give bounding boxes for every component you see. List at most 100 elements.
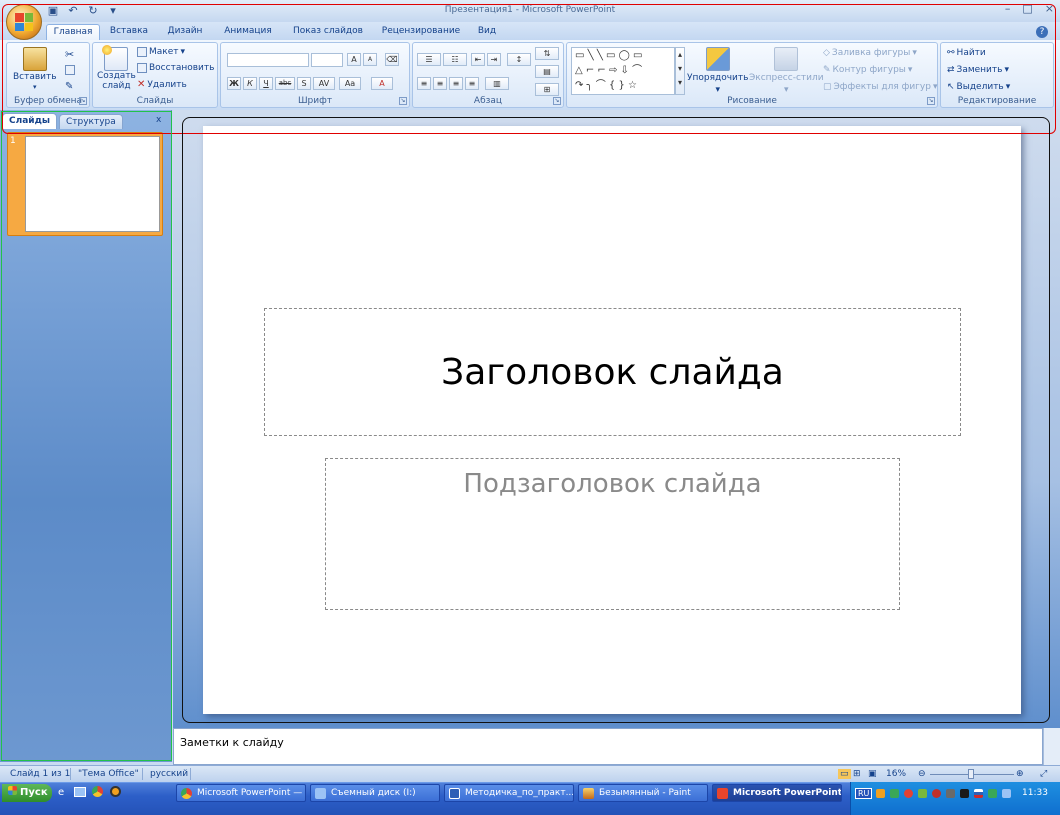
- shape-effects-button[interactable]: ▢ Эффекты для фигур ▾: [823, 82, 937, 92]
- tray-icon[interactable]: [918, 789, 927, 798]
- chrome-icon[interactable]: [92, 786, 103, 797]
- reset-button[interactable]: Восстановить: [137, 63, 214, 73]
- flag-icon[interactable]: [974, 789, 983, 798]
- increase-indent-icon[interactable]: ⇥: [487, 53, 501, 66]
- text-direction-icon[interactable]: ⇅: [535, 47, 559, 60]
- antivirus-icon[interactable]: [932, 789, 941, 798]
- spacing-button[interactable]: AV: [313, 77, 335, 90]
- underline-button[interactable]: Ч: [259, 77, 273, 90]
- tab-home[interactable]: Главная: [46, 24, 100, 40]
- maximize-button[interactable]: □: [1022, 2, 1032, 15]
- find-button[interactable]: ⚯ Найти: [947, 48, 986, 58]
- layout-button[interactable]: Макет ▾: [137, 47, 185, 57]
- smartart-icon[interactable]: ⊞: [535, 83, 559, 96]
- slide-canvas[interactable]: Заголовок слайда Подзаголовок слайда: [203, 126, 1021, 714]
- zoom-slider-thumb[interactable]: [968, 769, 974, 779]
- vertical-scrollbar[interactable]: [1043, 728, 1060, 765]
- shape-outline-button[interactable]: ✎ Контур фигуры ▾: [823, 65, 912, 75]
- tab-review[interactable]: Рецензирование: [376, 24, 466, 40]
- shapes-gallery-more-icon[interactable]: ▴ ▾ ▾: [675, 47, 685, 95]
- slide-subtitle-placeholder[interactable]: Подзаголовок слайда: [325, 458, 900, 610]
- format-painter-icon[interactable]: ✎: [65, 81, 73, 92]
- bold-button[interactable]: Ж: [227, 77, 241, 90]
- language-indicator[interactable]: RU: [855, 788, 873, 799]
- shadow-button[interactable]: S: [297, 77, 311, 90]
- italic-button[interactable]: К: [243, 77, 257, 90]
- clipboard-launcher-icon[interactable]: ↘: [79, 97, 87, 105]
- shape-fill-button[interactable]: ◇ Заливка фигуры ▾: [823, 48, 917, 58]
- tray-icon[interactable]: [960, 789, 969, 798]
- strikethrough-button[interactable]: abc: [275, 77, 295, 90]
- taskbar-button-word-doc[interactable]: Методичка_по_практ...: [444, 784, 574, 802]
- grow-font-button[interactable]: A: [347, 53, 361, 66]
- notes-pane[interactable]: Заметки к слайду: [173, 728, 1043, 765]
- cut-icon[interactable]: ✂: [65, 48, 74, 61]
- columns-icon[interactable]: ▥: [485, 77, 509, 90]
- drawing-launcher-icon[interactable]: ↘: [927, 97, 935, 105]
- tab-animation[interactable]: Анимация: [218, 24, 278, 40]
- slide-thumbnail[interactable]: [25, 136, 160, 232]
- minimize-button[interactable]: –: [1005, 2, 1011, 15]
- show-desktop-icon[interactable]: [74, 787, 86, 797]
- font-launcher-icon[interactable]: ↘: [399, 97, 407, 105]
- select-button[interactable]: ↖ Выделить ▾: [947, 82, 1010, 92]
- copy-icon[interactable]: [65, 65, 75, 75]
- tab-view[interactable]: Вид: [472, 24, 502, 40]
- slide-title-placeholder[interactable]: Заголовок слайда: [264, 308, 961, 436]
- justify-icon[interactable]: ≡: [465, 77, 479, 90]
- clear-format-icon[interactable]: ⌫: [385, 53, 399, 66]
- tray-icon[interactable]: [904, 789, 913, 798]
- delete-slide-button[interactable]: ✕ Удалить: [137, 79, 187, 90]
- align-left-icon[interactable]: ≡: [417, 77, 431, 90]
- language[interactable]: русский: [150, 769, 188, 779]
- tab-design[interactable]: Дизайн: [160, 24, 210, 40]
- fit-to-window-icon[interactable]: ⤢: [1040, 769, 1047, 779]
- font-color-button[interactable]: A: [371, 77, 393, 90]
- tab-insert[interactable]: Вставка: [106, 24, 152, 40]
- taskbar-button-removable-disk[interactable]: Съемный диск (I:): [310, 784, 440, 802]
- clipboard-label: Буфер обмена: [13, 96, 83, 106]
- zoom-in-icon[interactable]: ⊕: [1016, 769, 1024, 779]
- network-icon[interactable]: [1002, 789, 1011, 798]
- ie-icon[interactable]: e: [58, 787, 64, 798]
- tab-outline[interactable]: Структура: [58, 114, 123, 129]
- slideshow-icon[interactable]: ▣: [868, 769, 877, 779]
- new-slide-button[interactable]: Создать слайд: [97, 45, 136, 91]
- office-button[interactable]: [6, 4, 42, 40]
- font-size-combo[interactable]: [311, 53, 343, 67]
- shapes-gallery[interactable]: ▭ ╲ ╲ ▭ ◯ ▭ △ ⌐ ⌐ ⇨ ⇩ ⌒ ↷ ╮ ⌒ { } ☆: [571, 47, 675, 95]
- slide-sorter-icon[interactable]: ⊞: [853, 769, 861, 779]
- tray-icon[interactable]: [890, 789, 899, 798]
- taskbar-button-powerpoint-1[interactable]: Microsoft PowerPoint — ...: [176, 784, 306, 802]
- font-name-combo[interactable]: [227, 53, 309, 67]
- shrink-font-button[interactable]: A: [363, 53, 377, 66]
- fill-bucket-icon: ◇: [823, 48, 830, 58]
- change-case-button[interactable]: Aa: [339, 77, 361, 90]
- zoom-out-icon[interactable]: ⊖: [918, 769, 926, 779]
- tray-icon[interactable]: [988, 789, 997, 798]
- help-icon[interactable]: ?: [1036, 26, 1048, 38]
- tray-icon[interactable]: [946, 789, 955, 798]
- taskbar-button-paint[interactable]: Безымянный - Paint: [578, 784, 708, 802]
- arrange-button[interactable]: Упорядочить ▾: [687, 47, 748, 95]
- pane-close-icon[interactable]: x: [156, 115, 161, 125]
- tab-slideshow[interactable]: Показ слайдов: [288, 24, 368, 40]
- numbering-icon[interactable]: ☷: [443, 53, 467, 66]
- paragraph-launcher-icon[interactable]: ↘: [553, 97, 561, 105]
- bullets-icon[interactable]: ☰: [417, 53, 441, 66]
- tab-slides[interactable]: Слайды: [2, 113, 57, 129]
- app-icon[interactable]: [110, 786, 121, 797]
- decrease-indent-icon[interactable]: ⇤: [471, 53, 485, 66]
- tray-icon[interactable]: [876, 789, 885, 798]
- taskbar-button-powerpoint-active[interactable]: Microsoft PowerPoint ...: [712, 784, 842, 802]
- quick-styles-button[interactable]: Экспресс-стили ▾: [749, 47, 824, 95]
- normal-view-icon[interactable]: ▭: [838, 769, 851, 779]
- replace-button[interactable]: ⇄ Заменить ▾: [947, 65, 1009, 75]
- close-button[interactable]: ×: [1045, 2, 1054, 15]
- align-right-icon[interactable]: ≡: [449, 77, 463, 90]
- align-text-icon[interactable]: ▤: [535, 65, 559, 78]
- line-spacing-icon[interactable]: ↕: [507, 53, 531, 66]
- align-center-icon[interactable]: ≡: [433, 77, 447, 90]
- zoom-level[interactable]: 16%: [886, 769, 906, 779]
- paste-button[interactable]: Вставить ▾: [13, 47, 57, 91]
